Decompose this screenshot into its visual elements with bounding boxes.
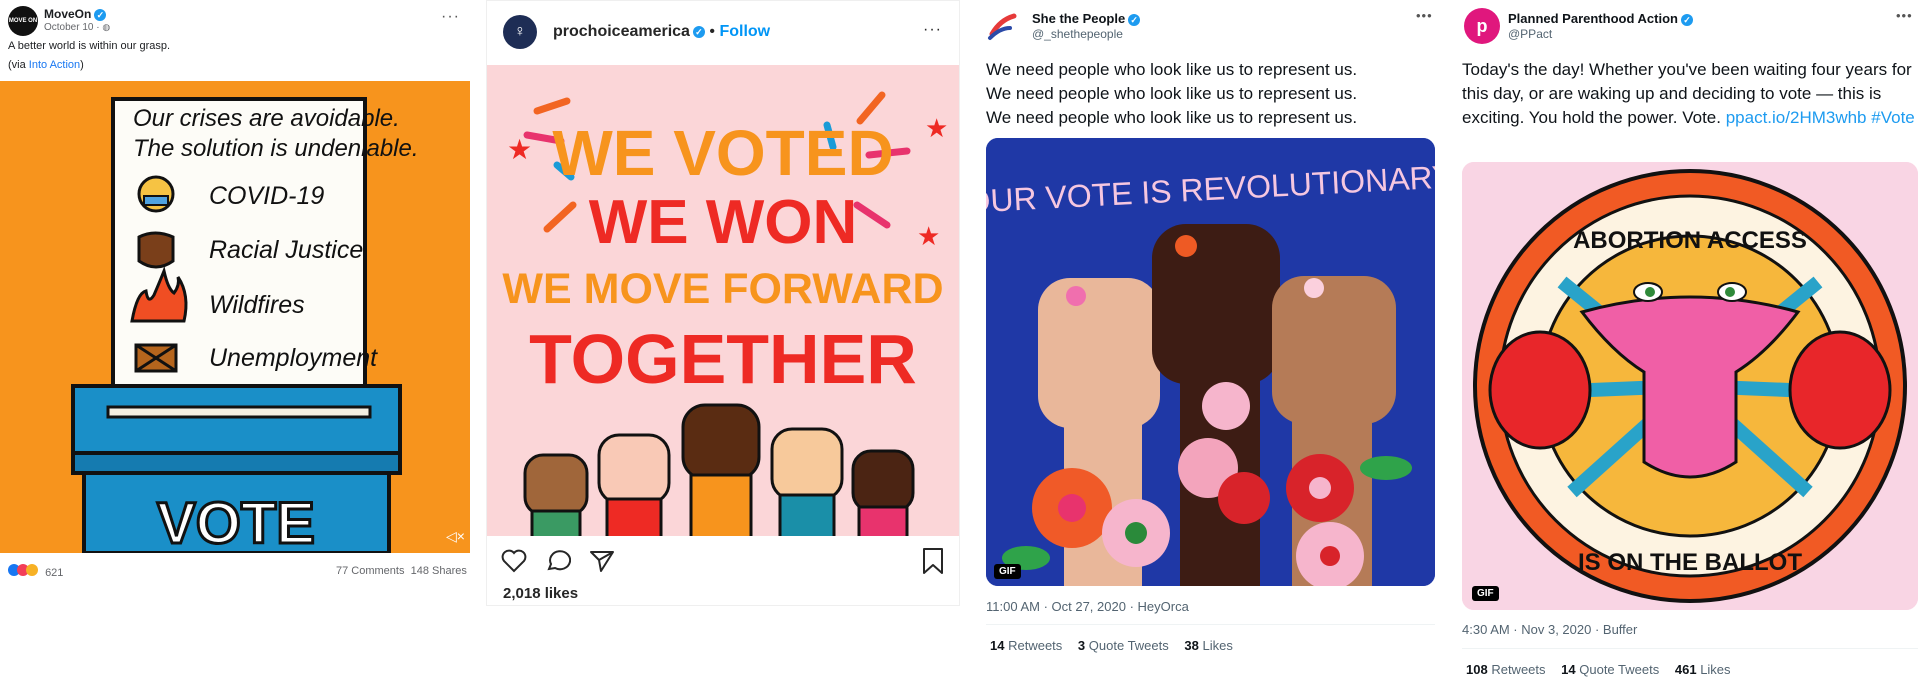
star-icon: ★ [925,113,948,143]
boxing-glove-right [1788,330,1892,450]
ballot-item4: Unemployment [209,344,378,372]
ballot-line1: Our crises are avoidable. [133,105,400,132]
boxing-glove-left [1488,330,1592,450]
gif-badge: GIF [1472,586,1499,601]
ballot-item3: Wildfires [209,291,305,319]
retweets-stat[interactable]: 14 Retweets [990,638,1062,653]
handle[interactable]: @_shethepeople [1032,27,1123,41]
tweet-media[interactable]: ABORTION ACCESS IS ON THE BALLOT GIF [1462,162,1918,610]
art-line3: WE MOVE FORWARD [502,265,943,313]
share-icon[interactable] [589,549,615,578]
retweets-stat[interactable]: 108 Retweets [1466,662,1546,677]
handle[interactable]: @PPact [1508,27,1552,41]
gif-badge: GIF [994,564,1021,579]
ballot-line2: The solution is undeniable. [133,135,419,162]
via-suffix: ) [80,59,84,71]
post-text: A better world is within our grasp. [8,40,171,52]
bookmark-icon[interactable] [921,547,945,580]
fist-icon [137,231,175,269]
quote-tweets-stat[interactable]: 3 Quote Tweets [1078,638,1169,653]
more-options-icon[interactable]: ••• [1416,8,1433,23]
verified-icon: ✓ [1128,13,1141,26]
verified-icon: ✓ [94,8,107,21]
reaction-count: 621 [45,567,64,579]
tweet-meta[interactable]: 11:00 AM · Oct 27, 2020 · HeyOrca [986,599,1189,614]
avatar[interactable]: ♀ [503,15,537,49]
via-link[interactable]: Into Action [29,59,80,71]
ballot-item2: Racial Justice [209,236,363,264]
likes-count[interactable]: 2,018 likes [503,585,578,602]
quote-tweets-stat[interactable]: 14 Quote Tweets [1561,662,1659,677]
art-bottom-text: IS ON THE BALLOT [1578,549,1802,576]
display-name[interactable]: She the People [1032,11,1125,26]
instagram-post: ♀ prochoiceamerica ✓ • Follow ··· ★ ★ ★ W… [486,0,960,606]
via-prefix: (via [8,59,29,71]
reactions-summary[interactable]: 621 [8,564,63,579]
vote-box-illustration: Our crises are avoidable. The solution i… [0,81,470,553]
tweet-link[interactable]: ppact.io/2HM3whb [1726,108,1867,127]
art-line1: WE VOTED [552,117,893,189]
art-line4: TOGETHER [529,320,917,398]
more-options-icon[interactable]: ••• [1896,8,1913,23]
tweet-line: We need people who look like us to repre… [986,108,1358,127]
username[interactable]: prochoiceamerica [553,23,690,40]
post-date[interactable]: October 10 · [44,22,100,33]
care-reaction-icon [26,564,38,576]
shares-count[interactable]: 148 Shares [411,565,467,577]
ballot-uterus-illustration: ABORTION ACCESS IS ON THE BALLOT [1462,162,1918,610]
comment-icon[interactable] [545,549,572,578]
display-name[interactable]: Planned Parenthood Action [1508,11,1678,26]
tweet-planned-parenthood: p Planned Parenthood Action ✓ @PPact ••• … [1456,0,1920,688]
box-label: VOTE [157,491,315,553]
facebook-post: MOVE ON MoveOn ✓ October 10 · ◍ ··· A bet… [0,0,470,688]
post-image[interactable]: ★ ★ ★ WE VOTED WE WON WE MOVE FORWARD TO… [487,65,959,536]
more-options-icon[interactable]: ··· [441,8,460,26]
likes-stat[interactable]: 461 Likes [1675,662,1731,677]
follow-button[interactable]: Follow [719,23,770,40]
heart-icon[interactable] [501,549,527,578]
art-line2: WE WON [589,188,858,257]
ballot-item1: COVID-19 [209,182,324,210]
globe-icon: ◍ [102,22,111,32]
avatar[interactable] [986,10,1018,42]
star-icon: ★ [917,221,940,251]
avatar[interactable]: MOVE ON [8,6,38,36]
likes-stat[interactable]: 38 Likes [1184,638,1232,653]
tweet-line: We need people who look like us to repre… [986,60,1358,79]
star-icon: ★ [507,134,532,165]
raised-fists-illustration: OUR VOTE IS REVOLUTIONARY [986,138,1435,586]
tweet-media[interactable]: OUR VOTE IS REVOLUTIONARY GIF [986,138,1435,586]
more-options-icon[interactable]: ··· [923,21,942,39]
verified-icon: ✓ [1680,13,1693,26]
post-image[interactable]: Our crises are avoidable. The solution i… [0,81,470,553]
tweet-line: We need people who look like us to repre… [986,84,1358,103]
avatar[interactable]: p [1464,8,1500,44]
tweet-she-the-people: She the People ✓ @_shethepeople ••• We ne… [976,0,1446,688]
art-top-text: ABORTION ACCESS [1573,227,1807,254]
author-name[interactable]: MoveOn [44,7,91,21]
comments-count[interactable]: 77 Comments [336,565,404,577]
hashtag-link[interactable]: #Vote [1871,108,1915,127]
tweet-meta[interactable]: 4:30 AM · Nov 3, 2020 · Buffer [1462,622,1637,637]
we-voted-illustration: ★ ★ ★ WE VOTED WE WON WE MOVE FORWARD TO… [487,65,959,536]
verified-icon: ✓ [692,25,705,38]
mute-icon: ◁× [446,528,465,544]
